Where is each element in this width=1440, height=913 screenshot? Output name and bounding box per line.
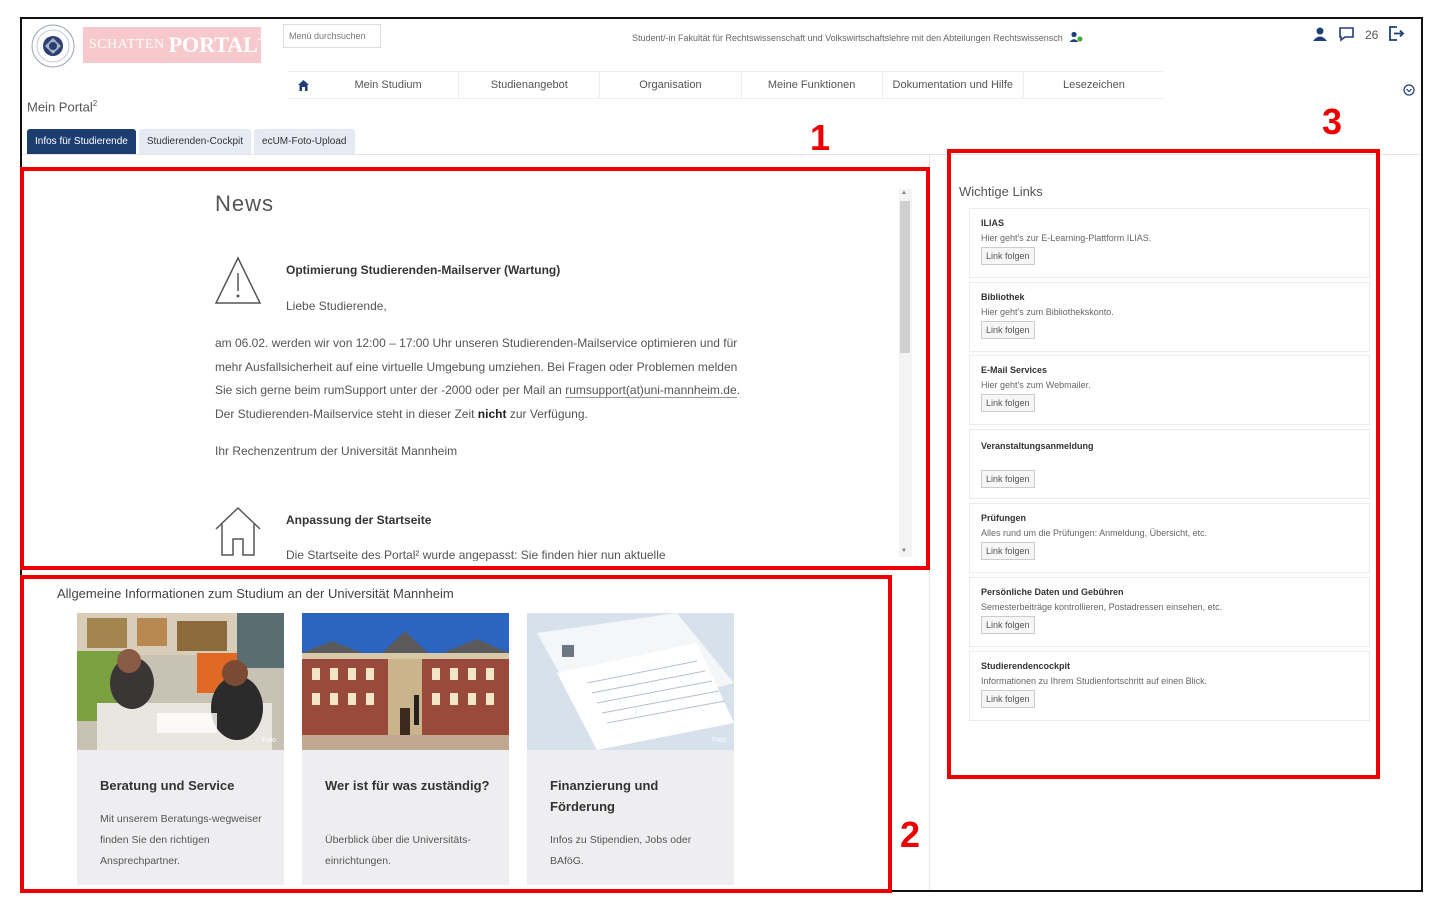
menu-search-input[interactable]: Menü durchsuchen	[283, 24, 381, 48]
annotation-box-general	[20, 575, 892, 893]
home-icon[interactable]	[288, 72, 318, 98]
logout-icon[interactable]	[1388, 25, 1405, 45]
switch-role-icon[interactable]	[1069, 31, 1083, 45]
tab-bar: Infos für Studierende Studierenden-Cockp…	[27, 129, 355, 154]
annotation-number-3: 3	[1322, 101, 1343, 142]
role-text: Student/-in Fakultät für Rechtswissensch…	[632, 33, 1063, 43]
nav-studienangebot[interactable]: Studienangebot	[459, 72, 601, 98]
message-count: 26	[1365, 28, 1379, 42]
nav-dokumentation[interactable]: Dokumentation und Hilfe	[883, 72, 1024, 98]
chat-bubble-icon[interactable]	[1338, 26, 1355, 45]
brand-part2: PORTAL	[168, 32, 258, 57]
annotation-box-news	[20, 167, 930, 570]
annotation-number-2: 2	[900, 814, 921, 855]
tab-infos-fuer-studierende[interactable]: Infos für Studierende	[27, 129, 136, 154]
role-selector[interactable]: Student/-in Fakultät für Rechtswissensch…	[632, 31, 1083, 45]
page-title-text: Mein Portal	[27, 99, 93, 115]
brand-sup: 2	[257, 31, 263, 43]
nav-organisation[interactable]: Organisation	[600, 72, 742, 98]
collapse-icon[interactable]	[1403, 84, 1415, 99]
portal-brand[interactable]: SCHATTEN PORTAL 2	[83, 27, 263, 63]
tab-foto-upload[interactable]: ecUM-Foto-Upload	[254, 129, 355, 154]
main-navigation: Mein Studium Studienangebot Organisation…	[288, 71, 1164, 99]
nav-lesezeichen[interactable]: Lesezeichen	[1024, 72, 1164, 98]
user-icon[interactable]	[1312, 26, 1328, 45]
annotation-number-1: 1	[810, 117, 831, 158]
page-title: Mein Portal2	[27, 99, 97, 114]
university-seal-logo[interactable]	[27, 23, 79, 69]
header-actions: 26	[1312, 25, 1405, 45]
annotation-box-links	[947, 149, 1380, 779]
brand-part1: SCHATTEN	[89, 37, 165, 52]
nav-mein-studium[interactable]: Mein Studium	[318, 72, 460, 98]
nav-meine-funktionen[interactable]: Meine Funktionen	[742, 72, 883, 98]
page-title-sup: 2	[92, 99, 98, 108]
tab-studierenden-cockpit[interactable]: Studierenden-Cockpit	[138, 129, 252, 154]
